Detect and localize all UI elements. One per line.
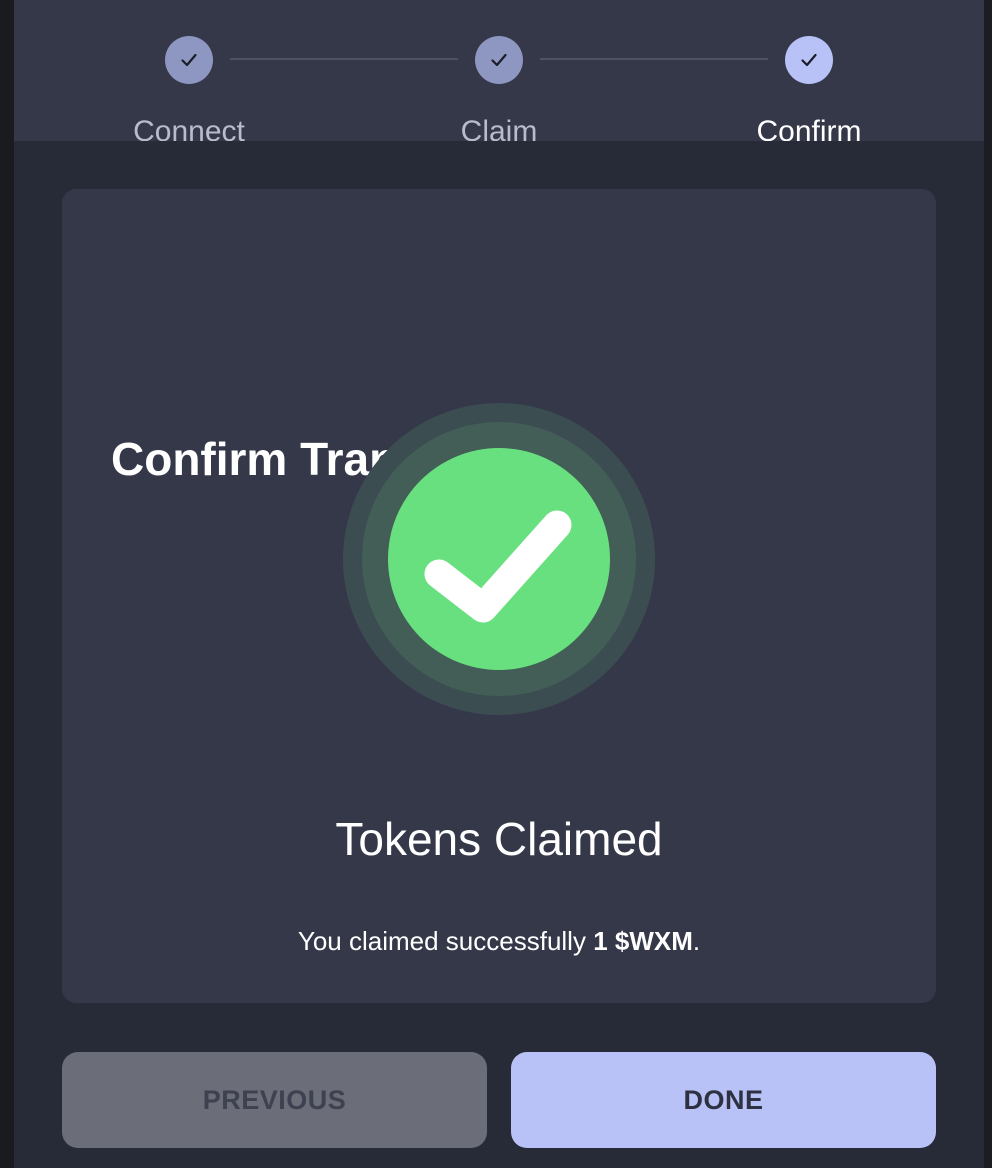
check-icon [181,53,197,67]
claim-dialog: Connect Claim Confirm Confirm Transactio… [14,0,984,1168]
message-suffix: . [692,926,701,956]
step-claim-label: Claim [460,115,538,141]
status-message: You claimed successfully 1 $WXM. [62,921,936,961]
stepper: Connect Claim Confirm [14,0,984,141]
success-check-icon [343,403,655,715]
message-prefix: You claimed successfully [297,926,594,956]
previous-button[interactable]: PREVIOUS [62,1052,487,1148]
step-connect-label: Connect [133,115,245,141]
left-edge [0,0,14,1168]
step-confirm-indicator [785,36,833,84]
step-confirm-label: Confirm [756,115,862,141]
check-icon [491,53,507,67]
step-connect-indicator [165,36,213,84]
confirm-card: Confirm Transaction Tokens Claimed You c… [62,189,936,1003]
step-claim-indicator [475,36,523,84]
claimed-amount: 1 $WXM [593,926,693,956]
check-icon [801,53,817,67]
status-title: Tokens Claimed [335,813,663,865]
done-button[interactable]: DONE [511,1052,936,1148]
stepper-connector-1 [230,58,458,60]
stepper-connector-2 [540,58,768,60]
